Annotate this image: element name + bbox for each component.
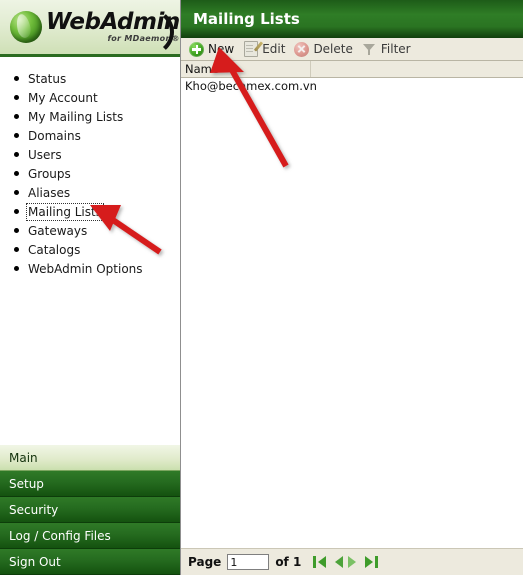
filter-button[interactable]: Filter	[360, 39, 418, 59]
section-tab-main[interactable]: Main	[0, 445, 180, 471]
section-tab-label: Log / Config Files	[9, 528, 111, 543]
sidebar-item-label: Catalogs	[28, 242, 81, 257]
delete-circle-icon	[294, 41, 310, 57]
section-tab-log-config-files[interactable]: Log / Config Files	[0, 523, 180, 549]
page-label: Page	[188, 555, 222, 569]
logo-tagline: for MDaemon®	[107, 34, 180, 43]
column-header-name[interactable]: Name	[181, 61, 311, 77]
next-page-icon	[348, 556, 357, 568]
sidebar-section-tabs: Main Setup Security Log / Config Files Sign …	[0, 445, 180, 575]
sidebar-item-label: Aliases	[28, 185, 71, 200]
content-area: Mailing Lists New Edit Delete Filter Name K…	[181, 0, 523, 575]
brand-logo: WebAdmin for MDaemon®	[0, 0, 180, 57]
section-tab-setup[interactable]: Setup	[0, 471, 180, 497]
last-page-arrow-icon	[365, 556, 374, 568]
first-page-icon	[313, 556, 317, 568]
table-row[interactable]: Kho@becamex.com.vn	[181, 78, 523, 94]
total-pages-label: of 1	[275, 555, 302, 569]
sidebar-item-gateways[interactable]: Gateways	[14, 221, 180, 240]
sidebar-item-label: Status	[28, 71, 67, 86]
bullet-icon	[14, 114, 19, 119]
page-number-input[interactable]	[227, 554, 270, 570]
section-tab-sign-out[interactable]: Sign Out	[0, 549, 180, 575]
bullet-icon	[14, 247, 19, 252]
sidebar-item-my-account[interactable]: My Account	[14, 88, 180, 107]
sidebar-item-domains[interactable]: Domains	[14, 126, 180, 145]
new-button-label: New	[208, 42, 235, 56]
logo-name: WebAdmin	[46, 9, 180, 35]
sidebar-item-label: Users	[28, 147, 62, 162]
delete-button[interactable]: Delete	[292, 39, 359, 59]
bullet-icon	[14, 209, 19, 214]
first-page-arrow-icon	[318, 556, 327, 568]
sidebar-item-mailing-lists[interactable]: Mailing Lists	[14, 202, 180, 221]
section-tab-security[interactable]: Security	[0, 497, 180, 523]
page-title: Mailing Lists	[193, 10, 300, 28]
plus-circle-icon	[189, 41, 204, 57]
sidebar-item-label: Gateways	[28, 223, 88, 238]
bullet-icon	[14, 228, 19, 233]
globe-icon	[10, 11, 42, 43]
previous-page-icon	[335, 556, 344, 568]
sidebar-item-groups[interactable]: Groups	[14, 164, 180, 183]
sidebar-item-label: Groups	[28, 166, 71, 181]
sidebar-item-webadmin-options[interactable]: WebAdmin Options	[14, 259, 180, 278]
sidebar-item-label: My Mailing Lists	[28, 109, 124, 124]
section-tab-label: Setup	[9, 476, 44, 491]
section-tab-label: Main	[9, 450, 38, 465]
filter-button-label: Filter	[380, 42, 411, 56]
webadmin-window: WebAdmin for MDaemon® Status My Account My…	[0, 0, 523, 575]
edit-button[interactable]: Edit	[241, 39, 292, 59]
bullet-icon	[14, 266, 19, 271]
delete-button-label: Delete	[313, 42, 353, 56]
sidebar-item-label: Domains	[28, 128, 81, 143]
bullet-icon	[14, 190, 19, 195]
bullet-icon	[14, 133, 19, 138]
bullet-icon	[14, 152, 19, 157]
section-tab-label: Security	[9, 502, 59, 517]
section-tab-label: Sign Out	[9, 554, 61, 569]
pencil-document-icon	[244, 41, 259, 57]
last-page-button[interactable]	[364, 555, 379, 569]
first-page-button[interactable]	[313, 555, 327, 569]
page-header: Mailing Lists	[181, 0, 523, 38]
funnel-icon	[362, 42, 377, 57]
last-page-icon	[375, 556, 379, 568]
sidebar: WebAdmin for MDaemon® Status My Account My…	[0, 0, 181, 575]
next-page-button[interactable]	[347, 555, 361, 569]
bullet-icon	[14, 95, 19, 100]
grid-body: Kho@becamex.com.vn	[181, 78, 523, 548]
sidebar-item-label: Mailing Lists	[26, 202, 104, 221]
pagination-bar: Page of 1	[181, 548, 523, 575]
sidebar-item-label: My Account	[28, 90, 98, 105]
toolbar: New Edit Delete Filter	[181, 38, 523, 61]
bullet-icon	[14, 76, 19, 81]
sidebar-item-my-mailing-lists[interactable]: My Mailing Lists	[14, 107, 180, 126]
pagination-buttons	[313, 555, 379, 569]
cell-name: Kho@becamex.com.vn	[185, 79, 317, 93]
sidebar-nav: Status My Account My Mailing Lists Domains U…	[0, 57, 180, 445]
sidebar-item-aliases[interactable]: Aliases	[14, 183, 180, 202]
new-button[interactable]: New	[187, 39, 241, 59]
bullet-icon	[14, 171, 19, 176]
sidebar-item-label: WebAdmin Options	[28, 261, 143, 276]
grid-header-row: Name	[181, 61, 523, 78]
edit-button-label: Edit	[262, 42, 286, 56]
previous-page-button[interactable]	[330, 555, 344, 569]
sidebar-item-status[interactable]: Status	[14, 69, 180, 88]
sidebar-item-catalogs[interactable]: Catalogs	[14, 240, 180, 259]
logo-wordmark: WebAdmin for MDaemon®	[46, 11, 180, 43]
sidebar-item-users[interactable]: Users	[14, 145, 180, 164]
